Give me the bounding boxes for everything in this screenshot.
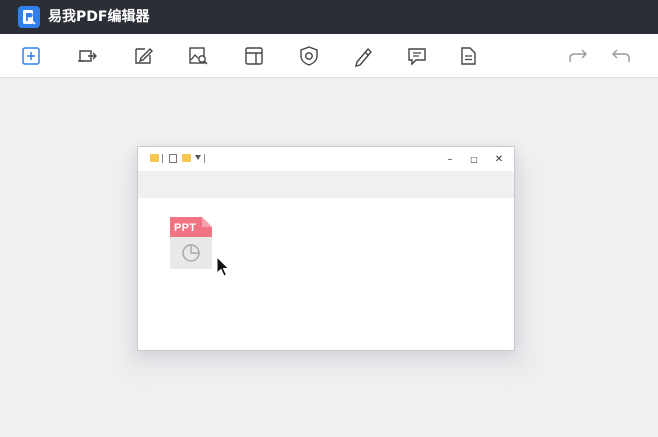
- main-toolbar: [0, 34, 658, 78]
- ppt-file-icon[interactable]: PPT: [169, 216, 213, 270]
- app-title: 易我PDF编辑器: [48, 9, 150, 25]
- create-plus-icon[interactable]: [19, 44, 43, 68]
- properties-icon[interactable]: [169, 154, 177, 163]
- mouse-cursor-icon: [216, 255, 230, 278]
- edit-pencil-icon[interactable]: [131, 44, 155, 68]
- image-ocr-icon[interactable]: [186, 44, 210, 68]
- convert-icon[interactable]: [75, 44, 99, 68]
- app-logo-icon: [18, 6, 40, 28]
- redo-icon[interactable]: [566, 44, 590, 68]
- new-folder-icon[interactable]: [182, 154, 191, 162]
- folder-icon: [150, 154, 159, 162]
- separator: [204, 154, 205, 163]
- close-button[interactable]: ✕: [491, 151, 507, 167]
- maximize-button[interactable]: □: [466, 151, 482, 167]
- app-titlebar: 易我PDF编辑器: [0, 0, 658, 34]
- quick-access-dropdown-icon[interactable]: [195, 155, 201, 160]
- form-document-icon[interactable]: [456, 44, 480, 68]
- minimize-button[interactable]: –: [442, 151, 458, 167]
- explorer-titlebar: – □ ✕: [138, 147, 514, 171]
- protect-shield-icon[interactable]: [297, 44, 321, 68]
- undo-icon[interactable]: [609, 44, 633, 68]
- page-layout-icon[interactable]: [242, 44, 266, 68]
- separator: [162, 154, 163, 163]
- ppt-file-label: PPT: [174, 222, 197, 234]
- explorer-ribbon: [138, 171, 514, 198]
- sign-pen-icon[interactable]: [351, 44, 375, 68]
- comment-icon[interactable]: [405, 44, 429, 68]
